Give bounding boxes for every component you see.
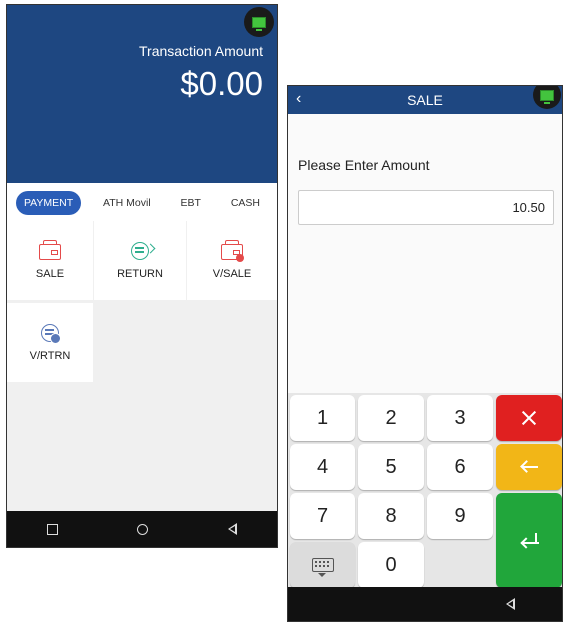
void-return-tile-label: V/RTRN (29, 349, 71, 362)
recent-apps-icon[interactable] (46, 523, 58, 535)
void-sale-tile[interactable]: V/SALE (187, 221, 277, 300)
back-icon[interactable] (228, 523, 238, 535)
return-tile-label: RETURN (117, 267, 163, 280)
backspace-button[interactable] (496, 444, 562, 490)
key-9[interactable]: 9 (427, 493, 493, 539)
wallet-void-icon (220, 239, 244, 262)
key-4[interactable]: 4 (290, 444, 355, 490)
key-0[interactable]: 0 (358, 542, 424, 588)
transaction-tile-grid: SALE RETURN V/SALE V/RTRN (7, 221, 277, 513)
enter-icon (519, 532, 539, 549)
void-sale-tile-label: V/SALE (212, 267, 252, 280)
key-6[interactable]: 6 (427, 444, 493, 490)
sale-tile-label: SALE (35, 267, 65, 280)
key-3[interactable]: 3 (427, 395, 493, 441)
back-icon[interactable] (506, 598, 515, 610)
clear-button[interactable] (496, 395, 562, 441)
arrow-left-icon (520, 460, 538, 474)
tab-payment[interactable]: PAYMENT (15, 191, 82, 215)
key-8[interactable]: 8 (358, 493, 424, 539)
return-tile[interactable]: RETURN (94, 221, 186, 300)
tab-ath-movil[interactable]: ATH Movil (95, 191, 159, 215)
key-7[interactable]: 7 (290, 493, 355, 539)
amount-header: Transaction Amount $0.00 (7, 5, 277, 183)
numeric-keypad: 1 2 3 4 5 6 7 8 9 0 (288, 393, 562, 589)
clear-icon (521, 410, 537, 426)
sale-header: ‹ SALE (288, 86, 562, 114)
android-nav-bar (7, 511, 277, 547)
coin-return-icon (128, 241, 156, 262)
android-nav-bar (288, 587, 562, 621)
transaction-home-screen: Transaction Amount $0.00 PAYMENT ATH Mov… (6, 4, 278, 548)
sale-tile[interactable]: SALE (7, 221, 93, 300)
transaction-amount-value: $0.00 (180, 65, 263, 102)
payment-type-tabs: PAYMENT ATH Movil EBT CASH (7, 187, 277, 219)
key-2[interactable]: 2 (358, 395, 424, 441)
sale-amount-screen: ‹ SALE Please Enter Amount 10.50 1 2 3 4… (287, 85, 563, 622)
keyboard-icon (311, 558, 334, 577)
terminal-status-icon[interactable] (244, 7, 274, 37)
wallet-icon (38, 239, 62, 262)
tab-ebt[interactable]: EBT (173, 191, 209, 215)
tab-cash[interactable]: CASH (223, 191, 268, 215)
amount-prompt: Please Enter Amount (298, 157, 430, 173)
key-1[interactable]: 1 (290, 395, 355, 441)
amount-input[interactable]: 10.50 (298, 190, 554, 225)
key-5[interactable]: 5 (358, 444, 424, 490)
void-return-tile[interactable]: V/RTRN (7, 303, 93, 382)
keyboard-toggle-button[interactable] (290, 542, 355, 588)
home-icon[interactable] (137, 523, 149, 535)
page-title: SALE (407, 92, 443, 108)
coin-void-icon (38, 323, 62, 344)
enter-button[interactable] (496, 493, 562, 588)
transaction-amount-label: Transaction Amount (139, 43, 263, 59)
